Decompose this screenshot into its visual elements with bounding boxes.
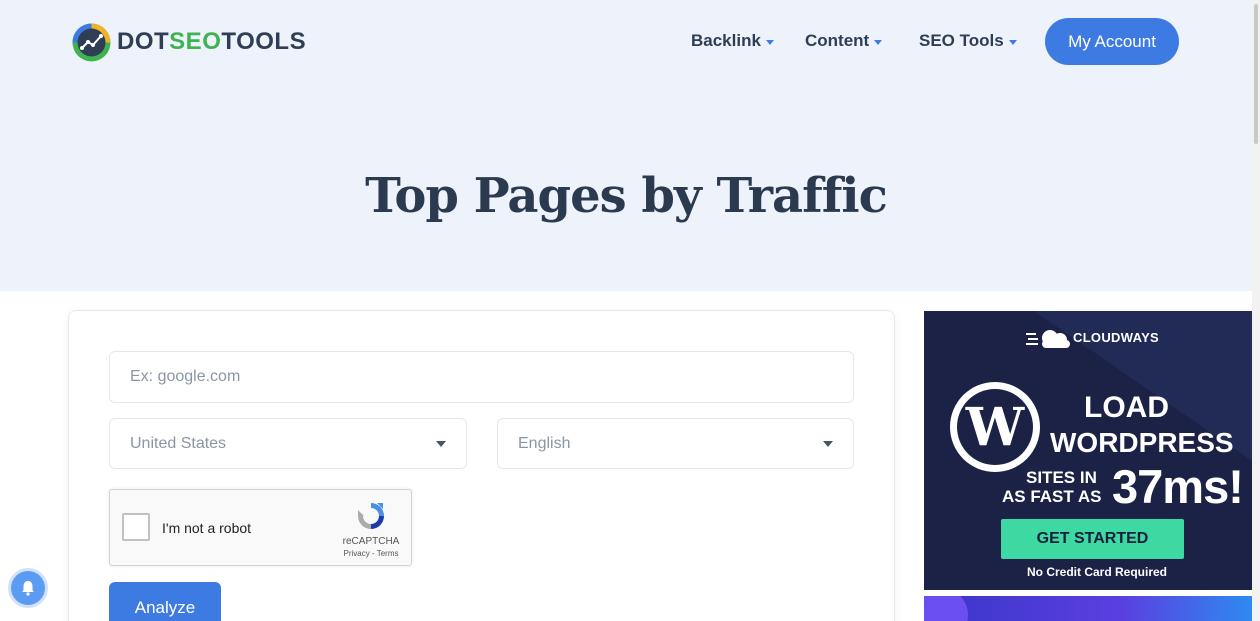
- logo-text-tools: TOOLS: [221, 28, 307, 55]
- page-scrollbar[interactable]: [1252, 0, 1260, 621]
- ad-headline-line2: WORDPRESS: [1050, 427, 1234, 458]
- scrollbar-thumb[interactable]: [1254, 4, 1258, 144]
- recaptcha-checkbox[interactable]: [122, 513, 150, 541]
- ad-text-as-fast-as: AS FAST AS: [1002, 487, 1102, 506]
- notification-bell-icon: [22, 581, 34, 596]
- notification-bell-button[interactable]: [11, 571, 45, 605]
- ad-decorative-shape: [924, 596, 968, 621]
- recaptcha-brand: reCAPTCHA: [342, 536, 400, 547]
- logo-text: DOTSEOTOOLS: [117, 28, 306, 56]
- logo-text-dot: DOT: [117, 28, 170, 55]
- caret-down-icon: [874, 39, 883, 45]
- logo-mark-icon: [72, 23, 111, 61]
- secondary-ad-banner[interactable]: [924, 596, 1252, 621]
- cloudways-ad-banner[interactable]: CLOUDWAYS W LOAD WORDPRESS SITES IN AS F…: [924, 311, 1252, 590]
- language-select[interactable]: English: [497, 418, 854, 469]
- recaptcha-terms-link[interactable]: Privacy - Terms: [330, 549, 412, 558]
- ad-text-sites-in: SITES IN: [1026, 468, 1097, 487]
- ad-speed-highlight: 37ms!: [1112, 460, 1244, 513]
- recaptcha-icon: [358, 503, 384, 529]
- nav-item-seo-tools[interactable]: SEO Tools: [919, 30, 1017, 52]
- language-select-value: English: [518, 434, 571, 452]
- recaptcha-widget: I'm not a robot reCAPTCHA Privacy - Term…: [109, 489, 412, 566]
- caret-down-icon: [765, 39, 774, 45]
- my-account-button[interactable]: My Account: [1045, 18, 1179, 65]
- svg-text:W: W: [965, 397, 1026, 458]
- logo-text-seo: SEO: [169, 28, 222, 55]
- country-select[interactable]: United States: [109, 418, 467, 469]
- country-select-value: United States: [130, 434, 227, 452]
- nav-item-backlink[interactable]: Backlink: [691, 30, 774, 52]
- domain-input-placeholder: Ex: google.com: [130, 368, 241, 385]
- dropdown-arrow-icon: [823, 441, 833, 447]
- get-started-button[interactable]: GET STARTED: [1001, 519, 1184, 559]
- nav-item-label: Backlink: [691, 31, 761, 50]
- domain-input[interactable]: Ex: google.com: [109, 351, 854, 403]
- ad-headline-line1: LOAD: [1084, 391, 1169, 424]
- analyze-button[interactable]: Analyze: [109, 582, 221, 621]
- page-title: Top Pages by Traffic: [365, 168, 888, 224]
- ad-brand-name: CLOUDWAYS: [1073, 330, 1160, 345]
- cloudways-icon: [1026, 330, 1070, 348]
- ad-footnote: No Credit Card Required: [1026, 565, 1167, 579]
- recaptcha-label: I'm not a robot: [162, 520, 252, 536]
- wordpress-icon: W: [950, 382, 1040, 472]
- nav-item-content[interactable]: Content: [805, 30, 883, 52]
- nav-item-label: SEO Tools: [919, 31, 1004, 50]
- nav-item-label: Content: [805, 31, 870, 50]
- dropdown-arrow-icon: [436, 441, 446, 447]
- caret-down-icon: [1008, 39, 1017, 45]
- site-logo[interactable]: DOTSEOTOOLS: [71, 21, 306, 63]
